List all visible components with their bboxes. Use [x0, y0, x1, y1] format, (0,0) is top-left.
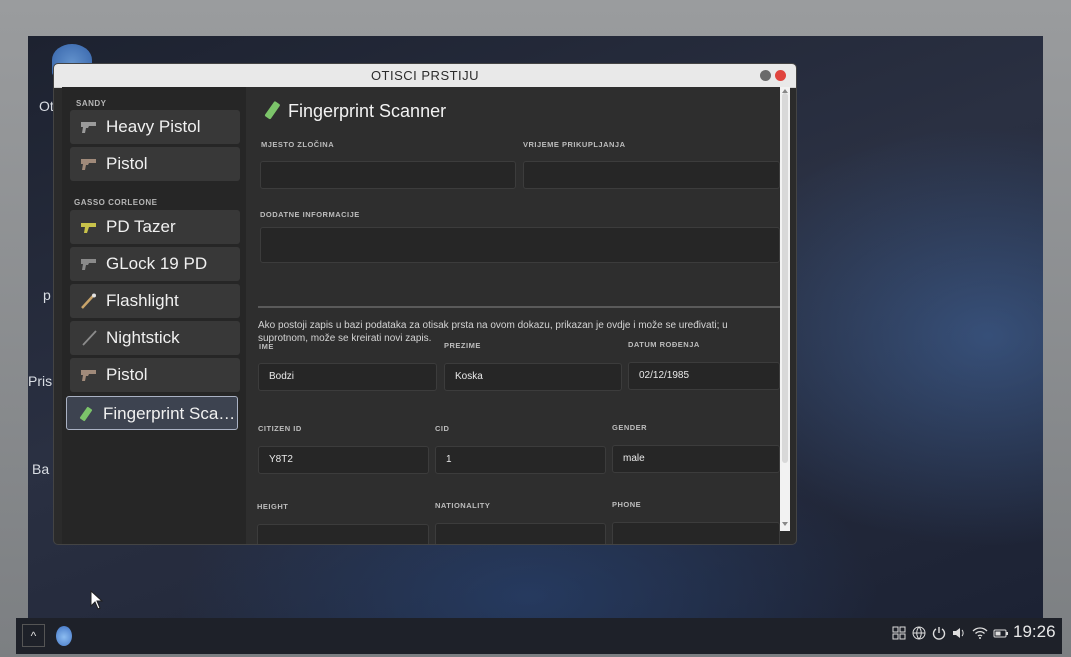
power-icon[interactable] — [932, 626, 946, 640]
crime-scene-field[interactable] — [260, 161, 516, 189]
clock[interactable]: 19:26 — [1013, 622, 1056, 642]
pistol-icon — [81, 159, 96, 170]
expand-panel-button[interactable]: ^ — [22, 624, 45, 647]
fingerprint-scanner-icon — [264, 101, 280, 120]
main-content: Fingerprint Scanner MJESTO ZLOČINA VRIJE… — [246, 87, 780, 544]
pistol-icon — [81, 122, 96, 133]
collection-time-label: VRIJEME PRIKUPLJANJA — [523, 140, 626, 149]
sidebar-item-pistol[interactable]: Pistol — [70, 147, 240, 181]
fingerprint-scanner-icon — [79, 406, 93, 422]
dob-label: DATUM ROĐENJA — [628, 340, 700, 349]
collection-time-field[interactable] — [523, 161, 780, 189]
sidebar-item-label: Fingerprint Sca… — [103, 404, 236, 423]
content-scrollbar[interactable] — [780, 87, 790, 531]
battery-icon[interactable] — [993, 626, 1009, 640]
desktop-label: Ba — [32, 461, 50, 477]
sidebar-item-pd-tazer[interactable]: PD Tazer — [70, 210, 240, 244]
apps-grid-icon[interactable] — [892, 626, 906, 640]
sidebar-item-heavy-pistol[interactable]: Heavy Pistol — [70, 110, 240, 144]
globe-icon[interactable] — [912, 626, 926, 640]
window-title: OTISCI PRSTIJU — [370, 68, 480, 83]
close-button[interactable] — [775, 70, 786, 81]
phone-field[interactable] — [612, 522, 780, 544]
last-name-label: PREZIME — [444, 341, 481, 350]
desktop-label: p — [43, 287, 51, 303]
window-titlebar[interactable]: OTISCI PRSTIJU — [54, 64, 796, 88]
nationality-field[interactable] — [435, 523, 606, 544]
desktop-label: Pris — [28, 373, 53, 389]
gender-label: GENDER — [612, 423, 648, 432]
sidebar-item-label: GLock 19 PD — [106, 254, 208, 273]
desktop-label: Ot — [39, 98, 54, 114]
section-label-sandy: SANDY — [76, 99, 107, 108]
pistol-icon — [81, 370, 96, 381]
divider — [258, 306, 780, 308]
phone-label: PHONE — [612, 500, 642, 509]
dob-field[interactable]: 02/12/1985 — [628, 362, 780, 390]
sidebar-item-label: PD Tazer — [106, 217, 176, 236]
nationality-label: NATIONALITY — [435, 501, 491, 510]
citizen-id-field[interactable]: Y8T2 — [258, 446, 429, 474]
pistol-icon — [81, 259, 96, 270]
flashlight-icon — [81, 293, 96, 309]
scroll-thumb[interactable] — [782, 93, 788, 463]
sidebar-item-pistol-2[interactable]: Pistol — [70, 358, 240, 392]
additional-info-label: DODATNE INFORMACIJE — [260, 210, 360, 219]
citizen-id-label: CITIZEN ID — [258, 424, 302, 433]
sidebar-item-label: Pistol — [106, 365, 148, 384]
evidence-sidebar: SANDY Heavy Pistol Pistol GASSO CORLEONE… — [62, 87, 247, 544]
nightstick-icon — [82, 330, 97, 346]
sidebar-item-flashlight[interactable]: Flashlight — [70, 284, 240, 318]
sidebar-item-label: Heavy Pistol — [106, 117, 201, 136]
additional-info-field[interactable] — [260, 227, 780, 263]
sidebar-item-glock-19-pd[interactable]: GLock 19 PD — [70, 247, 240, 281]
volume-icon[interactable] — [952, 626, 966, 640]
first-name-field[interactable]: Bodzi — [258, 363, 437, 391]
gender-field[interactable]: male — [612, 445, 780, 473]
last-name-field[interactable]: Koska — [444, 363, 622, 391]
height-label: HEIGHT — [257, 502, 289, 511]
fingerprint-app-taskbar-icon[interactable] — [56, 626, 72, 646]
wifi-icon[interactable] — [972, 626, 988, 640]
first-name-label: IME — [259, 342, 274, 351]
sidebar-item-label: Nightstick — [106, 328, 180, 347]
tazer-icon — [81, 223, 96, 233]
sidebar-item-nightstick[interactable]: Nightstick — [70, 321, 240, 355]
cid-label: CID — [435, 424, 450, 433]
taskbar: ^ 19:26 — [16, 618, 1062, 654]
section-label-gasso-corleone: GASSO CORLEONE — [74, 198, 158, 207]
mouse-cursor-icon — [90, 590, 104, 610]
minimize-button[interactable] — [760, 70, 771, 81]
sidebar-item-label: Pistol — [106, 154, 148, 173]
sidebar-item-fingerprint-scanner[interactable]: Fingerprint Sca… — [66, 396, 238, 430]
crime-scene-label: MJESTO ZLOČINA — [261, 140, 335, 149]
sidebar-item-label: Flashlight — [106, 291, 179, 310]
scroll-down-arrow-icon[interactable] — [782, 522, 788, 526]
height-field[interactable] — [257, 524, 429, 544]
page-title: Fingerprint Scanner — [288, 101, 447, 121]
cid-field[interactable]: 1 — [435, 446, 606, 474]
fingerprint-window: OTISCI PRSTIJU SANDY Heavy Pistol Pistol… — [54, 64, 796, 544]
